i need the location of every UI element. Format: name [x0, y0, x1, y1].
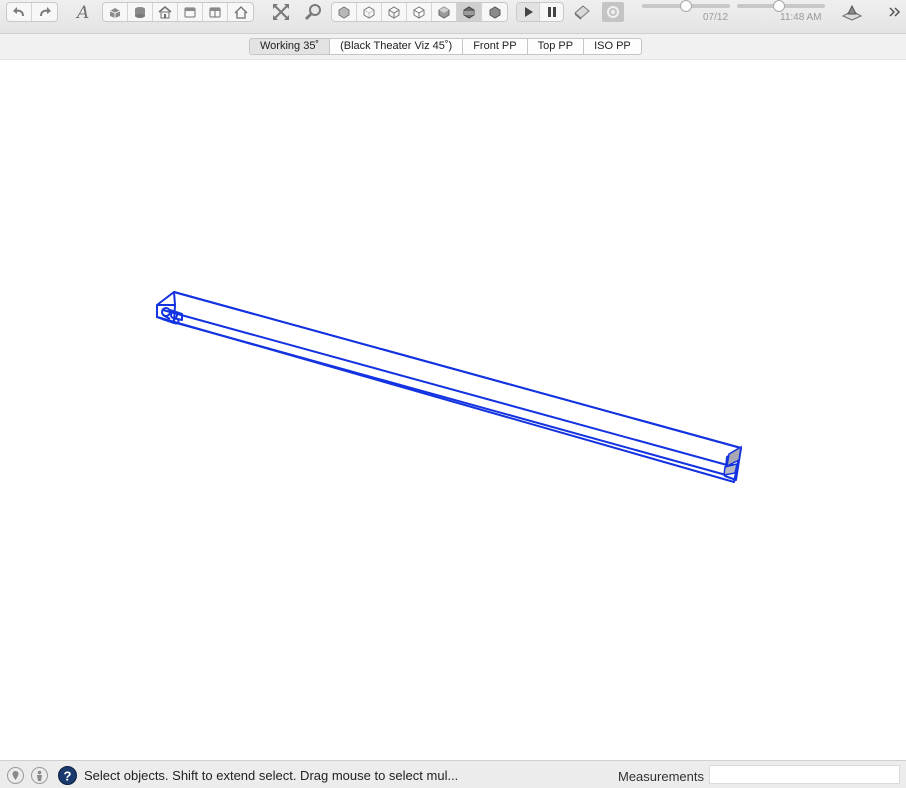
materials-icon[interactable] [128, 3, 153, 21]
play-icon[interactable] [517, 3, 540, 21]
undo-icon[interactable] [7, 3, 32, 21]
hidden-line-style-icon[interactable] [407, 3, 432, 21]
model-viewport[interactable] [0, 61, 906, 760]
svg-text:?: ? [64, 769, 72, 784]
scene-tab-working[interactable]: Working 35˚ [249, 38, 331, 55]
scene-tab-black-theater-viz[interactable]: (Black Theater Viz 45˚) [330, 38, 464, 55]
geo-location-icon[interactable] [7, 767, 24, 784]
shaded-textures-style-icon[interactable] [457, 3, 482, 21]
shaded-style-icon[interactable] [432, 3, 457, 21]
redo-icon[interactable] [32, 3, 57, 21]
scene-tab-top-pp[interactable]: Top PP [527, 38, 585, 55]
shadows-settings-icon[interactable] [602, 2, 624, 22]
warehouse-icon[interactable] [153, 3, 178, 21]
monochrome-style-icon[interactable] [482, 3, 507, 21]
section-plane-icon[interactable] [840, 2, 864, 22]
shadow-date-slider[interactable] [642, 0, 730, 12]
eraser-icon[interactable] [570, 2, 594, 22]
zoom-extents-icon[interactable] [269, 2, 293, 22]
face-style-group [331, 2, 508, 22]
scene-tab-front-pp[interactable]: Front PP [463, 38, 528, 55]
back-edges-style-icon[interactable] [357, 3, 382, 21]
xray-style-icon[interactable] [332, 3, 357, 21]
main-toolbar: A 07/12 11:48 AM [0, 0, 906, 34]
shadow-time-slider[interactable] [737, 0, 825, 12]
shadow-date-label: 07/12 [703, 12, 729, 23]
measurements-label: Measurements [618, 769, 704, 784]
shadow-time-label: 11:48 AM [780, 12, 822, 23]
undo-redo-group [6, 2, 58, 22]
credits-user-icon[interactable] [31, 767, 48, 784]
status-bar: ? Select objects. Shift to extend select… [0, 760, 906, 788]
toolbar-overflow-icon[interactable] [886, 2, 904, 22]
svg-text:A: A [75, 3, 89, 21]
zoom-window-icon[interactable] [301, 2, 325, 22]
scene-tab-iso-pp[interactable]: ISO PP [584, 38, 642, 55]
truss-wireframe[interactable] [156, 291, 742, 483]
scene-tabs-bar: Working 35˚ (Black Theater Viz 45˚) Fron… [0, 34, 906, 60]
extension-warehouse-icon[interactable] [203, 3, 228, 21]
scene-tabs: Working 35˚ (Black Theater Viz 45˚) Fron… [249, 38, 642, 55]
measurements-input[interactable] [709, 765, 900, 784]
status-message: Select objects. Shift to extend select. … [84, 768, 459, 783]
help-icon[interactable]: ? [58, 766, 77, 785]
wireframe-style-icon[interactable] [382, 3, 407, 21]
warehouse-tools-group [102, 2, 254, 22]
animation-group [516, 2, 564, 22]
shadow-date-slider-knob[interactable] [680, 0, 692, 12]
shadow-time-slider-knob[interactable] [773, 0, 785, 12]
share-model-icon[interactable] [178, 3, 203, 21]
selected-truss-model[interactable] [0, 61, 906, 760]
house-icon[interactable] [228, 3, 253, 21]
pause-icon[interactable] [540, 3, 563, 21]
components-icon[interactable] [103, 3, 128, 21]
text-tool-icon[interactable]: A [72, 2, 94, 22]
